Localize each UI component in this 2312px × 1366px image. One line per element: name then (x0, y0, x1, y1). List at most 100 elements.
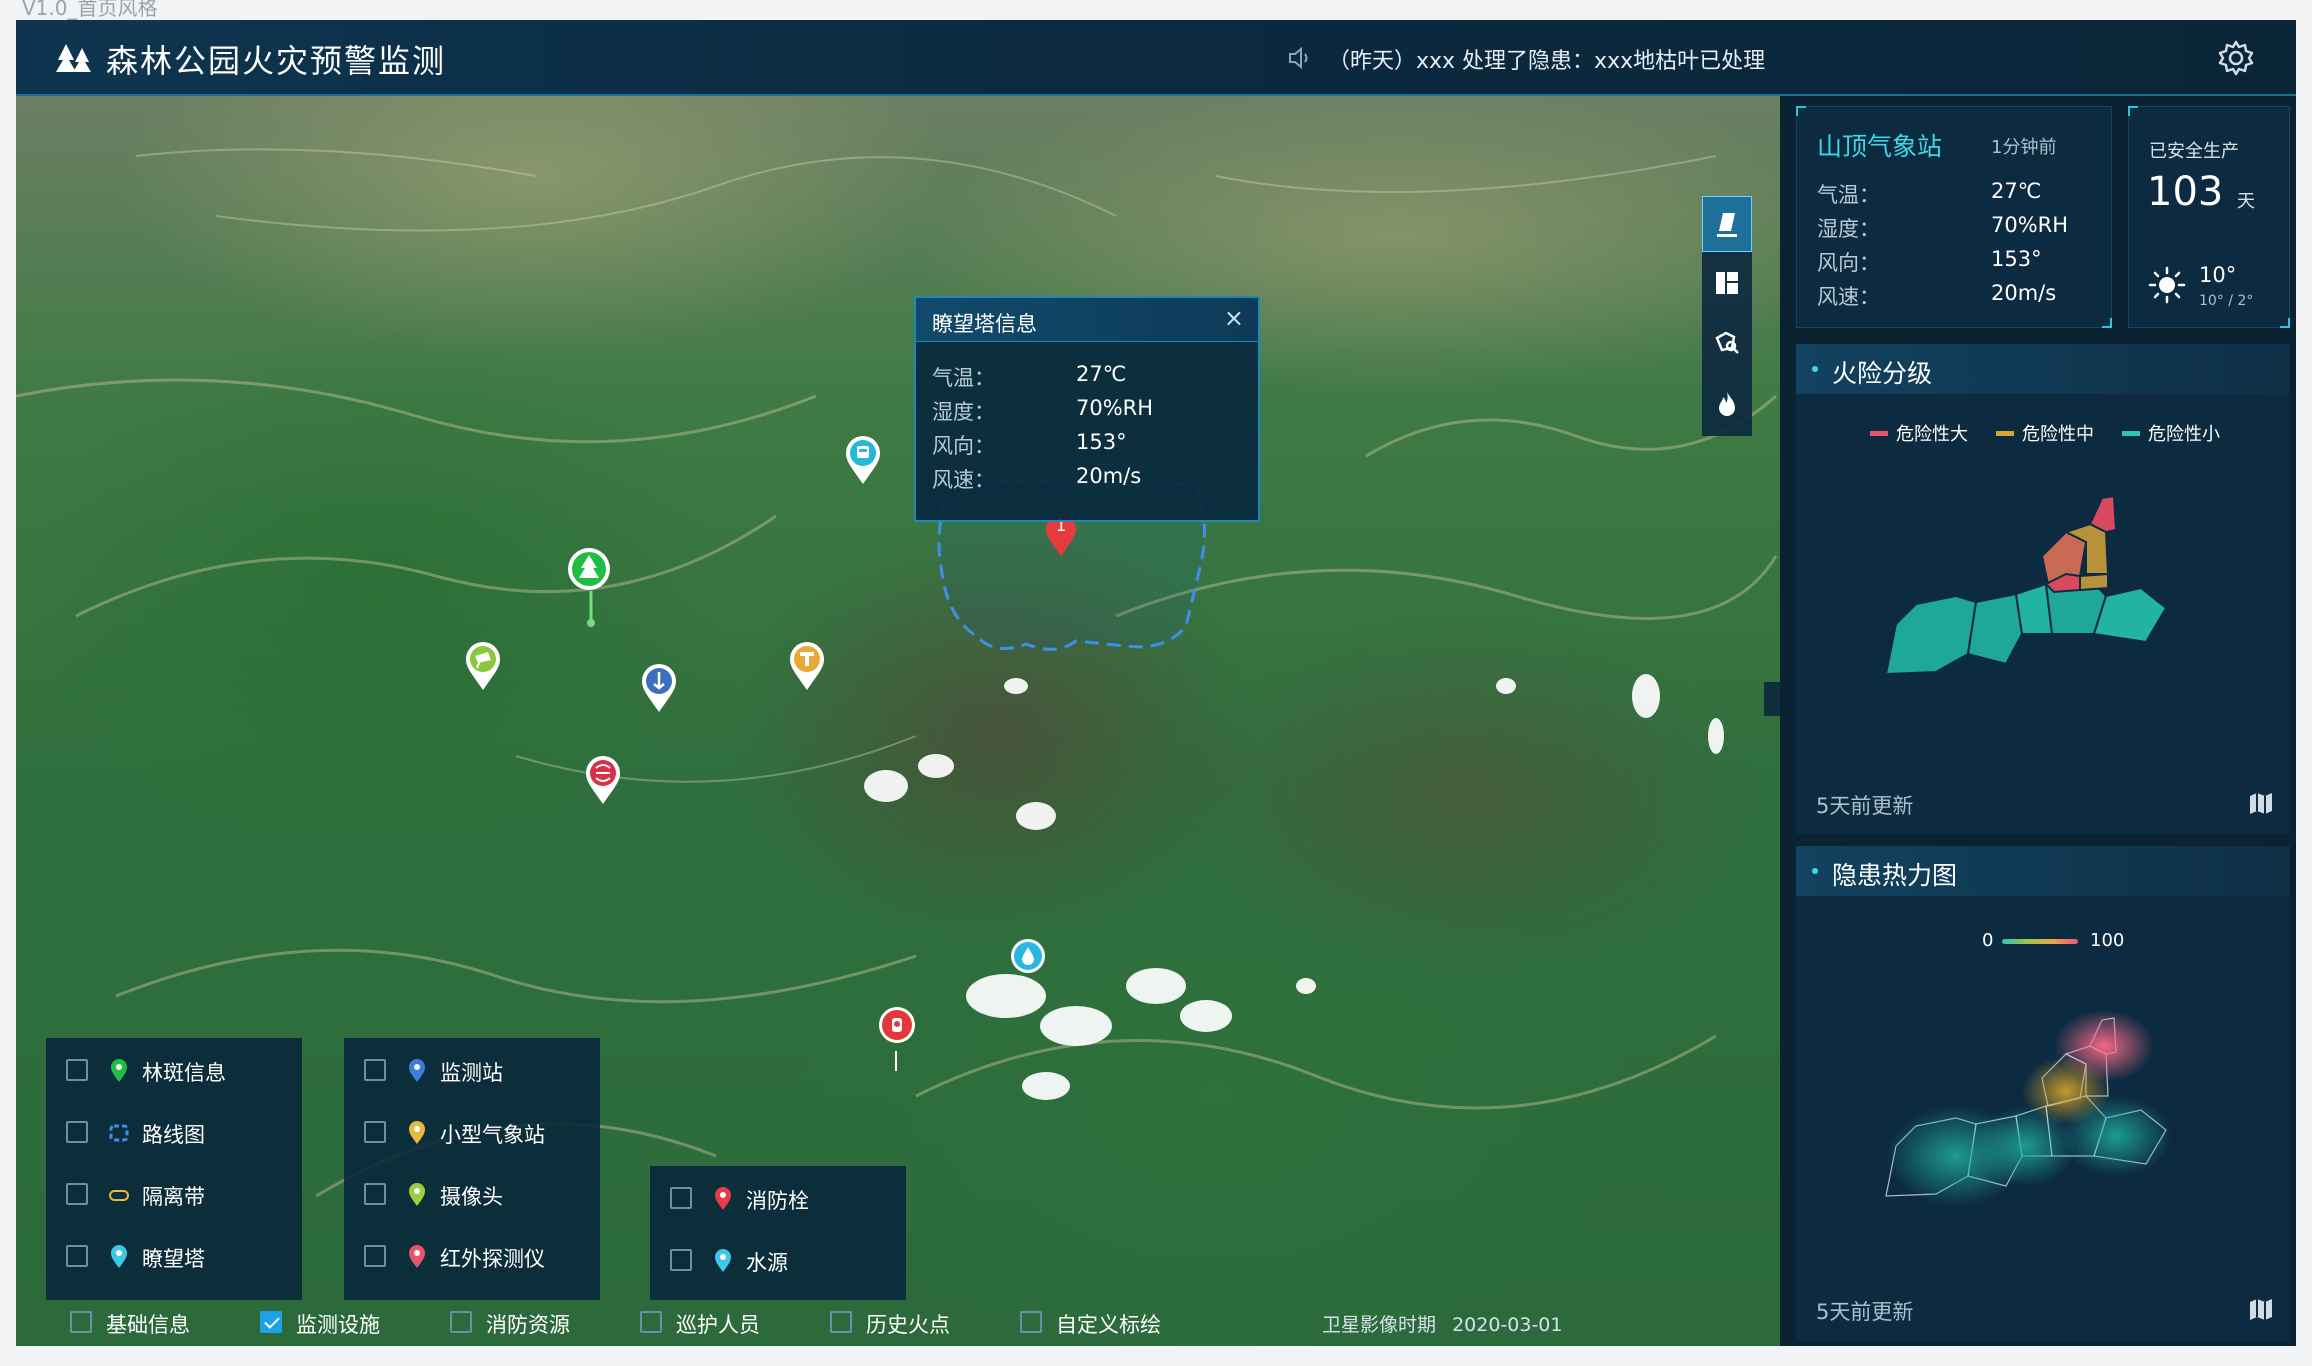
satellite-map[interactable]: 1 瞭望塔信息 × 气温： 27℃ 湿度： 70%RH 风向： 153° 风速：… (16, 96, 1780, 1346)
layer-item-monitoring-station[interactable]: 监测站 (364, 1056, 594, 1086)
risk-region (2079, 572, 2109, 592)
layer-label: 水源 (746, 1251, 788, 1275)
checkbox[interactable] (66, 1059, 88, 1081)
checkbox[interactable] (670, 1187, 692, 1209)
safety-days-card: 已安全生产 103 天 10° 10° / 2° (2128, 106, 2290, 328)
checkbox[interactable] (364, 1121, 386, 1143)
map-icon[interactable] (2248, 1296, 2274, 1322)
fire-risk-title: 火险分级 (1832, 359, 1933, 388)
layer-label: 红外探测仪 (440, 1247, 545, 1271)
measure-tool-button[interactable] (1702, 196, 1752, 252)
station-key: 湿度： (1817, 217, 1880, 241)
heatmap-card: 隐患热力图 0 100 5天前更新 (1796, 846, 2290, 1342)
watchtower-pin-icon (111, 1245, 127, 1268)
station-pin-icon (409, 1059, 425, 1082)
popup-row-wind-speed: 风速： (932, 464, 995, 494)
layer-panel-fire-resources: 消防栓 水源 (650, 1166, 906, 1300)
ruler-icon (1717, 213, 1737, 237)
risk-region (1884, 594, 1978, 676)
checkbox[interactable] (1020, 1311, 1042, 1333)
layer-item-fire-hydrant[interactable]: 消防栓 (670, 1184, 900, 1214)
station-key: 风向： (1817, 251, 1880, 275)
risk-region (1966, 592, 2024, 666)
tab-monitoring-facilities[interactable]: 监测设施 (260, 1308, 410, 1338)
station-key: 气温： (1817, 183, 1880, 207)
checkbox[interactable] (450, 1311, 472, 1333)
checkbox[interactable] (830, 1311, 852, 1333)
layer-label: 林斑信息 (142, 1061, 226, 1085)
tab-patrol-staff[interactable]: 巡护人员 (640, 1308, 790, 1338)
imagery-date-label: 卫星影像时期 (1322, 1314, 1437, 1336)
tab-custom-plotting[interactable]: 自定义标绘 (1020, 1308, 1190, 1338)
tab-label: 历史火点 (866, 1313, 950, 1337)
checkbox-checked[interactable] (260, 1311, 282, 1333)
legend-medium: 危险性中 (2022, 424, 2094, 445)
layer-label: 监测站 (440, 1061, 503, 1085)
checkbox[interactable] (66, 1245, 88, 1267)
safety-label: 已安全生产 (2149, 141, 2239, 162)
checkbox[interactable] (640, 1311, 662, 1333)
checkbox[interactable] (66, 1121, 88, 1143)
layer-item-forest-plot[interactable]: 林斑信息 (66, 1056, 296, 1086)
watchtower-pin[interactable] (640, 664, 678, 714)
layer-panel-basic: 林斑信息 路线图 隔离带 瞭望塔 (46, 1038, 302, 1300)
checkbox[interactable] (364, 1059, 386, 1081)
layer-item-watchtower[interactable]: 瞭望塔 (66, 1242, 296, 1272)
checkbox[interactable] (70, 1311, 92, 1333)
popup-key: 湿度： (932, 400, 995, 424)
layer-item-camera[interactable]: 摄像头 (364, 1180, 594, 1210)
checkbox[interactable] (364, 1183, 386, 1205)
camera-pin[interactable] (464, 642, 502, 692)
water-source-pin[interactable] (1010, 938, 1046, 974)
heatmap-min-label: 0 (1982, 930, 1994, 951)
layout-tool-button[interactable] (1702, 256, 1752, 312)
popup-value: 20m/s (1076, 464, 1142, 488)
route-icon (109, 1124, 129, 1142)
popup-key: 气温： (932, 366, 995, 390)
legend-swatch-low (2122, 431, 2140, 436)
map-icon[interactable] (2248, 790, 2274, 816)
tab-historical-fires[interactable]: 历史火点 (830, 1308, 980, 1338)
fire-hydrant-pin[interactable] (878, 1006, 916, 1050)
monitoring-station-pin[interactable] (844, 436, 882, 486)
fire-icon (1719, 392, 1735, 416)
popup-row-temperature: 气温： (932, 362, 995, 392)
tab-basic-info[interactable]: 基础信息 (70, 1308, 220, 1338)
area-search-tool-button[interactable] (1702, 316, 1752, 372)
speaker-icon (1289, 46, 1308, 70)
layer-item-route[interactable]: 路线图 (66, 1118, 296, 1148)
infrared-detector-pin[interactable] (584, 756, 622, 806)
gear-icon[interactable] (2216, 38, 2256, 78)
checkbox[interactable] (670, 1249, 692, 1271)
layer-label: 小型气象站 (440, 1123, 545, 1147)
card-corner (2128, 106, 2138, 116)
layer-label: 消防栓 (746, 1189, 809, 1213)
tab-label: 巡护人员 (676, 1313, 760, 1337)
popup-header: 瞭望塔信息 × (916, 298, 1258, 342)
fire-risk-map (1884, 494, 2168, 676)
panel-collapse-handle[interactable] (1764, 682, 1780, 716)
forest-plot-pin[interactable] (566, 546, 612, 598)
popup-key: 风速： (932, 468, 995, 492)
checkbox[interactable] (66, 1183, 88, 1205)
right-panel: 山顶气象站 1分钟前 气温： 27℃ 湿度： 70%RH 风向： 153° 风速… (1796, 106, 2290, 1342)
fire-tool-button[interactable] (1702, 376, 1752, 432)
heatmap-title: 隐患热力图 (1832, 861, 1958, 890)
tab-label: 基础信息 (106, 1313, 190, 1337)
forest-pin-icon (111, 1059, 127, 1082)
popup-value: 153° (1076, 430, 1127, 454)
station-value: 27℃ (1991, 179, 2042, 203)
legend-swatch-high (1870, 431, 1888, 436)
layer-item-isolation-belt[interactable]: 隔离带 (66, 1180, 296, 1210)
layer-item-water-source[interactable]: 水源 (670, 1246, 900, 1276)
notice-ticker[interactable]: （昨天）xxx 处理了隐患：xxx地枯叶已处理 (1328, 43, 1765, 75)
weather-station-pin[interactable] (788, 642, 826, 692)
tab-fire-resources[interactable]: 消防资源 (450, 1308, 600, 1338)
close-icon[interactable]: × (1224, 304, 1244, 332)
checkbox[interactable] (364, 1245, 386, 1267)
weather-pin-icon (409, 1121, 425, 1144)
layer-item-infrared-detector[interactable]: 红外探测仪 (364, 1242, 594, 1272)
sun-icon (2148, 266, 2186, 304)
popup-row-humidity: 湿度： (932, 396, 995, 426)
layer-item-weather-station[interactable]: 小型气象站 (364, 1118, 594, 1148)
